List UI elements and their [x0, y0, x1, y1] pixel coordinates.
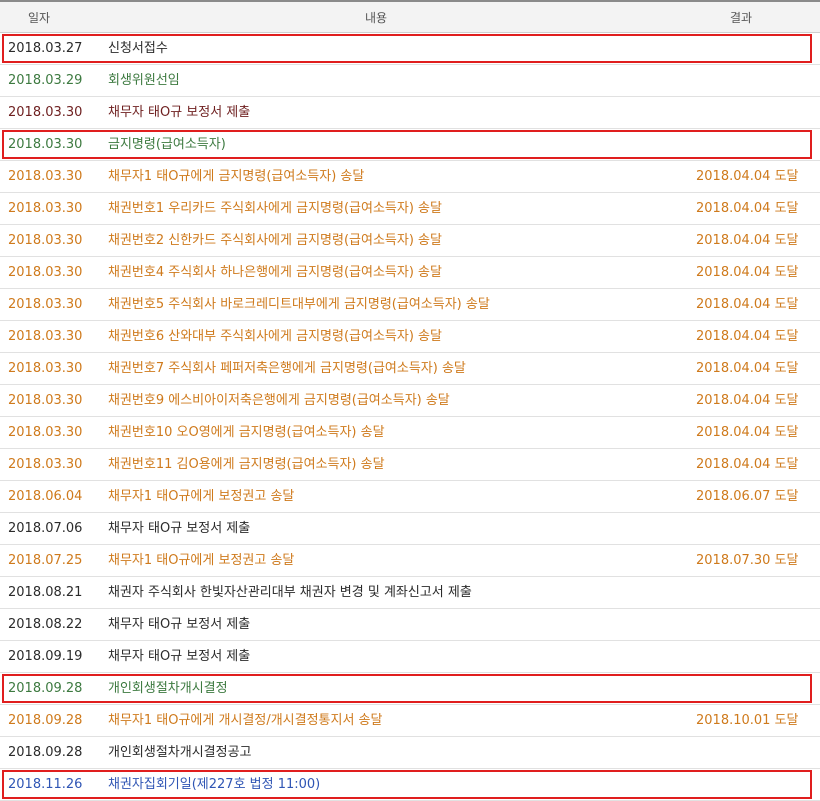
- table-row: 2018.08.22 채무자 태O규 보정서 제출: [0, 609, 820, 641]
- table-row: 2018.06.04 채무자1 태O규에게 보정권고 송달 2018.06.07 도…: [0, 481, 820, 513]
- date-cell: 2018.03.30: [8, 393, 83, 408]
- table-row: 2018.03.30 채무자1 태O규에게 금지명령(급여소득자) 송달 2018.…: [0, 161, 820, 193]
- table-row: 2018.07.25 채무자1 태O규에게 보정권고 송달 2018.07.30 도…: [0, 545, 820, 577]
- table-row: 2018.09.28 채무자1 태O규에게 개시결정/개시결정통지서 송달 2018…: [0, 705, 820, 737]
- content-cell: 채권번호9 에스비아이저축은행에게 금지명령(급여소득자) 송달: [108, 393, 450, 408]
- result-cell: 2018.04.04 도달: [696, 425, 799, 440]
- content-cell: 채무자 태O규 보정서 제출: [108, 649, 251, 664]
- table-row: 2018.03.30 채권번호9 에스비아이저축은행에게 금지명령(급여소득자) …: [0, 385, 820, 417]
- result-cell: 2018.04.04 도달: [696, 201, 799, 216]
- date-cell: 2018.03.30: [8, 137, 83, 152]
- content-cell: 채권번호2 신한카드 주식회사에게 금지명령(급여소득자) 송달: [108, 233, 442, 248]
- date-cell: 2018.03.30: [8, 297, 83, 312]
- content-cell: 채권자집회기일(제227호 법정 11:00): [108, 777, 321, 792]
- content-cell: 채권번호6 산와대부 주식회사에게 금지명령(급여소득자) 송달: [108, 329, 442, 344]
- date-cell: 2018.09.28: [8, 745, 83, 760]
- table-row: 2018.03.30 채권번호11 김O용에게 금지명령(급여소득자) 송달 201…: [0, 449, 820, 481]
- content-cell: 채권번호4 주식회사 하나은행에게 금지명령(급여소득자) 송달: [108, 265, 442, 280]
- date-cell: 2018.03.30: [8, 201, 83, 216]
- highlighted-table-row: 2018.03.30 금지명령(급여소득자): [0, 129, 820, 161]
- content-cell: 채권번호11 김O용에게 금지명령(급여소득자) 송달: [108, 457, 385, 472]
- highlighted-table-row: 2018.09.28 개인회생절차개시결정: [0, 673, 820, 705]
- content-cell: 채무자 태O규 보정서 제출: [108, 617, 251, 632]
- content-cell: 개인회생절차개시결정공고: [108, 745, 252, 760]
- table-row: 2018.03.30 채권번호4 주식회사 하나은행에게 금지명령(급여소득자) …: [0, 257, 820, 289]
- result-cell: 2018.04.04 도달: [696, 457, 799, 472]
- table-row: 2018.03.30 채권번호10 오O영에게 금지명령(급여소득자) 송달 201…: [0, 417, 820, 449]
- date-cell: 2018.09.28: [8, 713, 83, 728]
- result-cell: 2018.04.04 도달: [696, 233, 799, 248]
- content-cell: 채무자1 태O규에게 개시결정/개시결정통지서 송달: [108, 713, 383, 728]
- date-cell: 2018.03.27: [8, 41, 83, 56]
- table-row: 2018.03.30 채권번호2 신한카드 주식회사에게 금지명령(급여소득자) …: [0, 225, 820, 257]
- date-cell: 2018.08.22: [8, 617, 83, 632]
- result-cell: 2018.10.01 도달: [696, 713, 799, 728]
- content-cell: 채권번호5 주식회사 바로크레디트대부에게 금지명령(급여소득자) 송달: [108, 297, 490, 312]
- date-cell: 2018.11.26: [8, 777, 83, 792]
- table-header: 일자 내용 결과: [0, 0, 820, 33]
- date-cell: 2018.03.30: [8, 329, 83, 344]
- content-cell: 채권번호10 오O영에게 금지명령(급여소득자) 송달: [108, 425, 385, 440]
- content-cell: 채무자 태O규 보정서 제출: [108, 105, 251, 120]
- content-cell: 채무자1 태O규에게 보정권고 송달: [108, 553, 295, 568]
- table-body: 2018.03.27 신청서접수 2018.03.29 회생위원선임 2018.03.3…: [0, 33, 820, 801]
- date-cell: 2018.03.30: [8, 425, 83, 440]
- case-progress-table: 일자 내용 결과 2018.03.27 신청서접수 2018.03.29 회생위원선임…: [0, 0, 820, 801]
- result-cell: 2018.04.04 도달: [696, 393, 799, 408]
- content-cell: 신청서접수: [108, 41, 168, 56]
- result-cell: 2018.06.07 도달: [696, 489, 799, 504]
- table-row: 2018.09.19 채무자 태O규 보정서 제출: [0, 641, 820, 673]
- table-row: 2018.08.21 채권자 주식회사 한빛자산관리대부 채권자 변경 및 계좌신…: [0, 577, 820, 609]
- content-cell: 개인회생절차개시결정: [108, 681, 228, 696]
- result-cell: 2018.04.04 도달: [696, 265, 799, 280]
- date-cell: 2018.07.06: [8, 521, 83, 536]
- column-header-date: 일자: [28, 11, 51, 25]
- date-cell: 2018.08.21: [8, 585, 83, 600]
- result-cell: 2018.04.04 도달: [696, 297, 799, 312]
- table-row: 2018.03.29 회생위원선임: [0, 65, 820, 97]
- result-cell: 2018.04.04 도달: [696, 169, 799, 184]
- date-cell: 2018.07.25: [8, 553, 83, 568]
- date-cell: 2018.03.30: [8, 361, 83, 376]
- content-cell: 채권번호1 우리카드 주식회사에게 금지명령(급여소득자) 송달: [108, 201, 442, 216]
- content-cell: 채무자1 태O규에게 금지명령(급여소득자) 송달: [108, 169, 365, 184]
- table-row: 2018.09.28 개인회생절차개시결정공고: [0, 737, 820, 769]
- content-cell: 금지명령(급여소득자): [108, 137, 226, 152]
- table-row: 2018.03.30 채권번호6 산와대부 주식회사에게 금지명령(급여소득자) …: [0, 321, 820, 353]
- highlighted-table-row: 2018.03.27 신청서접수: [0, 33, 820, 65]
- table-row: 2018.03.30 채권번호7 주식회사 페퍼저축은행에게 금지명령(급여소득자…: [0, 353, 820, 385]
- date-cell: 2018.03.30: [8, 105, 83, 120]
- table-row: 2018.03.30 채권번호5 주식회사 바로크레디트대부에게 금지명령(급여소…: [0, 289, 820, 321]
- result-cell: 2018.07.30 도달: [696, 553, 799, 568]
- date-cell: 2018.03.30: [8, 265, 83, 280]
- date-cell: 2018.03.30: [8, 169, 83, 184]
- table-row: 2018.07.06 채무자 태O규 보정서 제출: [0, 513, 820, 545]
- content-cell: 채권자 주식회사 한빛자산관리대부 채권자 변경 및 계좌신고서 제출: [108, 585, 472, 600]
- content-cell: 채무자1 태O규에게 보정권고 송달: [108, 489, 295, 504]
- table-row: 2018.03.30 채권번호1 우리카드 주식회사에게 금지명령(급여소득자) …: [0, 193, 820, 225]
- content-cell: 채권번호7 주식회사 페퍼저축은행에게 금지명령(급여소득자) 송달: [108, 361, 466, 376]
- result-cell: 2018.04.04 도달: [696, 329, 799, 344]
- highlighted-table-row: 2018.11.26 채권자집회기일(제227호 법정 11:00): [0, 769, 820, 801]
- date-cell: 2018.09.19: [8, 649, 83, 664]
- date-cell: 2018.09.28: [8, 681, 83, 696]
- content-cell: 채무자 태O규 보정서 제출: [108, 521, 251, 536]
- date-cell: 2018.03.30: [8, 233, 83, 248]
- date-cell: 2018.03.29: [8, 73, 83, 88]
- table-row: 2018.03.30 채무자 태O규 보정서 제출: [0, 97, 820, 129]
- content-cell: 회생위원선임: [108, 73, 180, 88]
- result-cell: 2018.04.04 도달: [696, 361, 799, 376]
- date-cell: 2018.06.04: [8, 489, 83, 504]
- column-header-content: 내용: [365, 11, 388, 25]
- date-cell: 2018.03.30: [8, 457, 83, 472]
- column-header-result: 결과: [730, 11, 753, 25]
